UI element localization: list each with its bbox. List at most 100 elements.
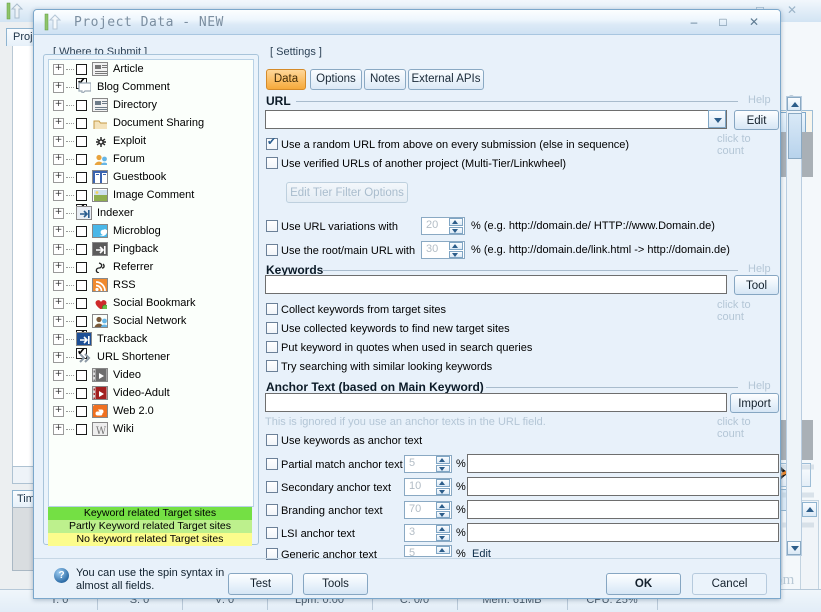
url-dropdown-arrow[interactable] [708, 110, 726, 128]
spinner-up[interactable] [449, 242, 463, 250]
secondary-anchor-spinner[interactable]: 10 [404, 478, 452, 496]
tools-button[interactable]: Tools [303, 573, 368, 595]
use-collected-keywords-checkbox[interactable]: Use collected keywords to find new targe… [266, 322, 510, 335]
branding-anchor-checkbox[interactable]: Branding anchor text [266, 504, 383, 517]
use-random-url-checkbox[interactable]: Use a random URL from above on every sub… [266, 138, 629, 151]
scrollbar-thumb[interactable] [788, 113, 802, 159]
tab-options[interactable]: Options [310, 69, 362, 90]
spinner-up[interactable] [436, 502, 450, 510]
spinner-down[interactable] [449, 251, 463, 259]
tree-item-checkbox[interactable] [76, 244, 87, 255]
scroll-up-arrow[interactable] [787, 97, 801, 111]
tree-item-document-sharing[interactable]: +Document Sharing [49, 114, 253, 132]
secondary-anchor-checkbox[interactable]: Secondary anchor text [266, 481, 391, 494]
tree-item-referrer[interactable]: +Referrer [49, 258, 253, 276]
keywords-help-link[interactable]: Help [748, 263, 771, 275]
expand-icon[interactable]: + [53, 370, 64, 381]
lsi-anchor-checkbox[interactable]: LSI anchor text [266, 527, 355, 540]
url-edit-button[interactable]: Edit [734, 110, 779, 130]
spinner-up[interactable] [436, 479, 450, 487]
root-url-spinner[interactable]: 30 [421, 241, 465, 259]
close-button[interactable]: ✕ [742, 14, 766, 31]
branding-anchor-text-input[interactable] [467, 500, 779, 519]
expand-icon[interactable]: + [53, 352, 64, 363]
tree-item-checkbox[interactable] [76, 262, 87, 273]
expand-icon[interactable]: + [53, 154, 64, 165]
test-button[interactable]: Test [228, 573, 293, 595]
tree-item-blog-comment[interactable]: +Blog Comment [49, 78, 253, 96]
tree-item-guestbook[interactable]: + Guestbook [49, 168, 253, 186]
tree-item-exploit[interactable]: + Exploit [49, 132, 253, 150]
expand-icon[interactable]: + [53, 100, 64, 111]
expand-icon[interactable]: + [53, 406, 64, 417]
expand-icon[interactable]: + [53, 190, 64, 201]
tree-item-checkbox[interactable] [76, 118, 87, 129]
tree-item-wiki[interactable]: + WWiki [49, 420, 253, 438]
tree-item-checkbox[interactable] [76, 370, 87, 381]
url-input[interactable] [265, 110, 727, 129]
tree-item-video-adult[interactable]: + Video-Adult [49, 384, 253, 402]
keywords-input[interactable] [265, 275, 727, 294]
minimize-button[interactable]: – [682, 14, 706, 31]
bg-close-button[interactable]: ✕ [781, 3, 803, 18]
expand-icon[interactable]: + [53, 64, 64, 75]
tree-item-url-shortener[interactable]: +URL Shortener [49, 348, 253, 366]
use-keywords-as-anchor-checkbox[interactable]: Use keywords as anchor text [266, 434, 422, 447]
keywords-click-to-count[interactable]: click to count [717, 299, 780, 323]
partial-match-text-input[interactable] [467, 454, 779, 473]
tree-item-checkbox[interactable] [76, 190, 87, 201]
spinner-down[interactable] [449, 227, 463, 235]
scroll-up-arrow[interactable] [802, 502, 817, 517]
similar-keywords-checkbox[interactable]: Try searching with similar looking keywo… [266, 360, 492, 373]
tree-item-checkbox[interactable] [76, 298, 87, 309]
generic-anchor-spinner[interactable]: 5 [404, 545, 452, 557]
tree-item-checkbox[interactable] [76, 424, 87, 435]
tree-item-forum[interactable]: + Forum [49, 150, 253, 168]
spinner-down[interactable] [436, 511, 450, 519]
lsi-anchor-text-input[interactable] [467, 523, 779, 542]
expand-icon[interactable]: + [53, 298, 64, 309]
tree-item-checkbox[interactable] [76, 406, 87, 417]
tree-item-checkbox[interactable] [76, 154, 87, 165]
collect-keywords-checkbox[interactable]: Collect keywords from target sites [266, 303, 446, 316]
spinner-down[interactable] [436, 488, 450, 496]
tree-item-checkbox[interactable] [76, 280, 87, 291]
branding-anchor-spinner[interactable]: 70 [404, 501, 452, 519]
anchor-import-button[interactable]: Import [730, 393, 779, 413]
tree-item-web-2-0[interactable]: + Web 2.0 [49, 402, 253, 420]
expand-icon[interactable]: + [53, 334, 64, 345]
lsi-anchor-spinner[interactable]: 3 [404, 524, 452, 542]
spinner-up[interactable] [436, 456, 450, 464]
expand-icon[interactable]: + [53, 118, 64, 129]
dialog-titlebar[interactable]: Project Data - NEW – □ ✕ [34, 10, 780, 35]
tree-item-checkbox[interactable] [76, 316, 87, 327]
maximize-button[interactable]: □ [711, 14, 735, 31]
url-help-link[interactable]: Help [748, 94, 771, 106]
secondary-anchor-text-input[interactable] [467, 477, 779, 496]
tree-item-indexer[interactable]: + Indexer [49, 204, 253, 222]
expand-icon[interactable]: + [53, 226, 64, 237]
tree-item-checkbox[interactable] [76, 100, 87, 111]
tree-item-checkbox[interactable] [76, 136, 87, 147]
tree-item-pingback[interactable]: + Pingback [49, 240, 253, 258]
spinner-up[interactable] [449, 218, 463, 226]
tree-item-checkbox[interactable] [76, 172, 87, 183]
expand-icon[interactable]: + [53, 82, 64, 93]
anchor-click-to-count[interactable]: click to count [717, 416, 780, 440]
expand-icon[interactable]: + [53, 172, 64, 183]
tree-item-checkbox[interactable] [76, 64, 87, 75]
expand-icon[interactable]: + [53, 280, 64, 291]
tree-item-microblog[interactable]: + Microblog [49, 222, 253, 240]
cancel-button[interactable]: Cancel [692, 573, 767, 595]
keywords-tool-button[interactable]: Tool [734, 275, 779, 295]
tree-item-rss[interactable]: + RSS [49, 276, 253, 294]
ok-button[interactable]: OK [606, 573, 681, 595]
use-url-variations-checkbox[interactable]: Use URL variations with [266, 220, 398, 233]
use-verified-urls-checkbox[interactable]: Use verified URLs of another project (Mu… [266, 157, 566, 170]
tree-item-checkbox[interactable] [76, 388, 87, 399]
expand-icon[interactable]: + [53, 244, 64, 255]
anchor-help-link[interactable]: Help [748, 380, 771, 392]
tree-item-checkbox[interactable] [76, 226, 87, 237]
use-root-url-checkbox[interactable]: Use the root/main URL with [266, 244, 415, 257]
url-click-to-count[interactable]: click to count [717, 133, 780, 157]
